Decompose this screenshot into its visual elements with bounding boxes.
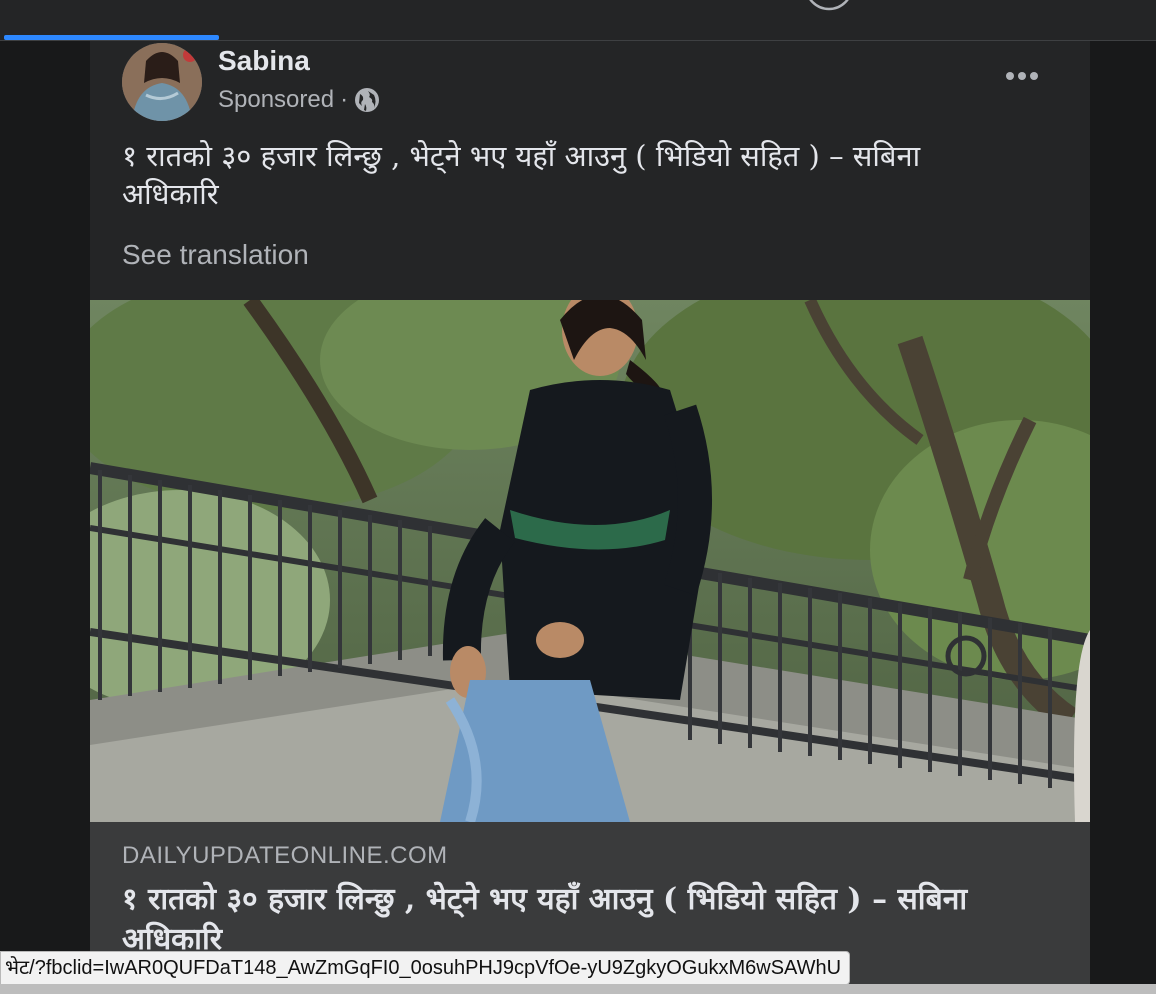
link-title[interactable]: १ रातको ३० हजार लिन्छु , भेट्ने भए यहाँ … xyxy=(122,880,1042,960)
photo-illustration xyxy=(90,300,1090,822)
groups-icon xyxy=(809,0,849,11)
see-translation-link[interactable]: See translation xyxy=(122,239,309,271)
author-name[interactable]: Sabina xyxy=(218,45,310,77)
nav-active-indicator xyxy=(4,35,219,40)
nav-tab-watch[interactable] xyxy=(240,0,458,40)
more-options-button[interactable] xyxy=(995,61,1049,91)
marketplace-icon xyxy=(569,0,609,10)
link-domain: DAILYUPDATEONLINE.COM xyxy=(122,842,448,869)
status-bar-url: भेट/?fbclid=IwAR0QUFDaT148_AwZmGqFI0_0os… xyxy=(0,951,851,985)
gaming-icon xyxy=(1043,0,1091,10)
window-bottom-edge xyxy=(0,984,1156,994)
feed-left-gutter xyxy=(0,41,90,994)
sponsored-label[interactable]: Sponsored xyxy=(218,86,334,114)
nav-tab-gaming[interactable] xyxy=(958,0,1156,40)
top-navigation-bar xyxy=(0,0,1156,41)
globe-icon[interactable] xyxy=(354,87,380,113)
nav-tab-groups[interactable] xyxy=(720,0,938,40)
avatar[interactable] xyxy=(122,43,202,121)
post-photo[interactable] xyxy=(90,300,1090,822)
post-meta: Sponsored · xyxy=(218,85,380,115)
sponsored-post-card: Sabina Sponsored · १ रातको ३० हजार लिन्छ… xyxy=(90,41,1090,994)
meta-separator: · xyxy=(340,86,349,113)
nav-tab-home[interactable] xyxy=(4,0,222,40)
watch-icon xyxy=(329,0,369,10)
post-message: १ रातको ३० हजार लिन्छु , भेट्ने भए यहाँ … xyxy=(122,139,921,211)
home-icon xyxy=(93,0,133,10)
nav-tab-marketplace[interactable] xyxy=(480,0,698,40)
feed-right-gutter xyxy=(1090,41,1156,994)
more-horizontal-icon xyxy=(1006,72,1038,80)
